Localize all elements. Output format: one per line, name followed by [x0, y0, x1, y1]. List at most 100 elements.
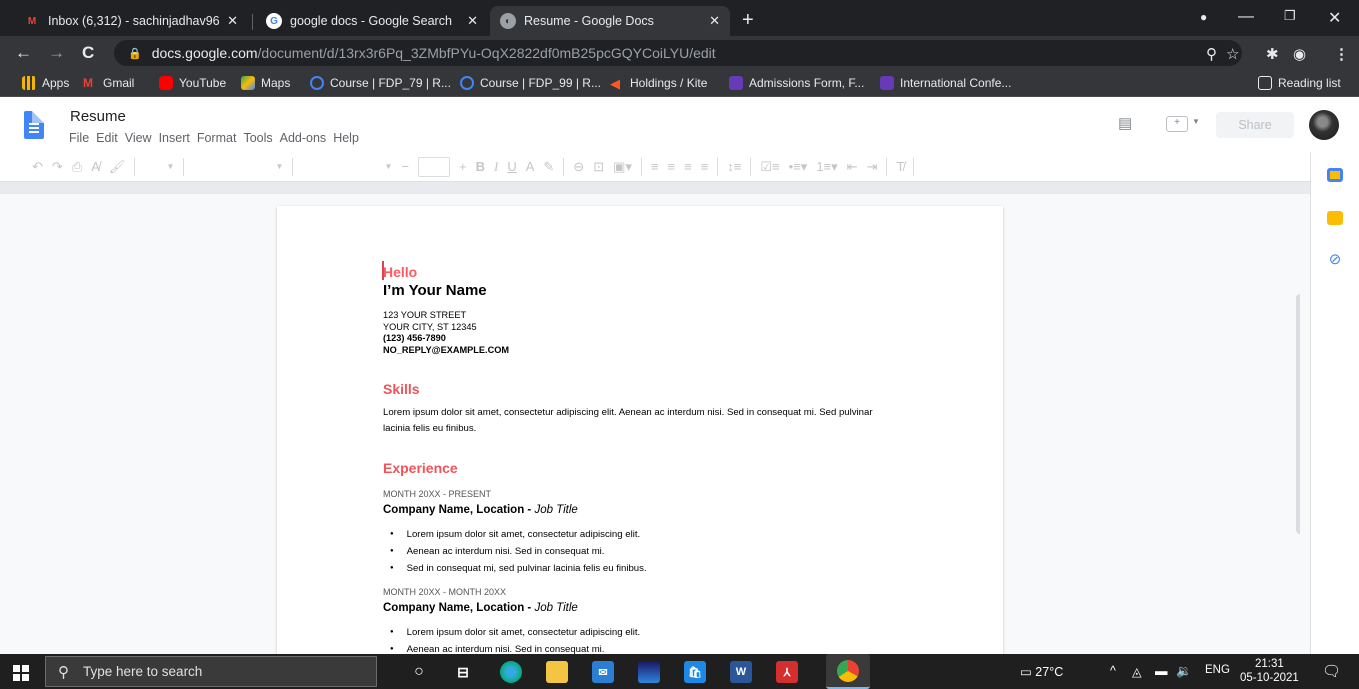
tasks-icon[interactable]: ⊘	[1327, 252, 1343, 267]
print-icon[interactable]: ⎙	[72, 159, 82, 175]
show-hidden-icons-icon[interactable]: ^	[1110, 664, 1116, 678]
tab-resume-docs[interactable]: ◐ Resume - Google Docs ✕	[490, 6, 730, 36]
underline-icon[interactable]: U	[507, 159, 516, 174]
restore-icon[interactable]: ❐	[1284, 8, 1296, 24]
undo-icon[interactable]: ↶	[32, 159, 43, 175]
increase-font-size-icon[interactable]: +	[459, 159, 467, 174]
address-bar[interactable]: 🔒 docs.google.com/document/d/13rx3r6Pq_3…	[114, 40, 1242, 66]
extensions-icon[interactable]: ✱	[1266, 45, 1279, 63]
zoom-select[interactable]: ▼	[144, 162, 174, 171]
bookmark-admissions-form[interactable]: Admissions Form, F...	[729, 76, 864, 90]
language-indicator[interactable]: ENG	[1205, 664, 1230, 676]
font-select[interactable]: ▼	[302, 162, 392, 171]
taskbar-search-input[interactable]: ⚲ Type here to search	[45, 656, 377, 687]
bold-icon[interactable]: B	[476, 159, 485, 174]
font-size-input[interactable]	[418, 156, 450, 177]
minimize-icon[interactable]: —	[1238, 8, 1254, 26]
profile-menu-icon[interactable]: ●	[1200, 10, 1207, 24]
back-icon[interactable]: ←	[15, 43, 32, 63]
italic-icon[interactable]: I	[494, 159, 498, 175]
menu-view[interactable]: View	[125, 131, 152, 145]
comments-icon[interactable]: ▤	[1118, 114, 1132, 132]
zoom-icon[interactable]: ⚲	[1206, 45, 1217, 63]
menu-addons[interactable]: Add-ons	[280, 131, 327, 145]
align-left-icon[interactable]: ≡	[651, 159, 659, 174]
cortana-icon[interactable]: ○	[408, 661, 430, 683]
tab-google-search[interactable]: G google docs - Google Search ✕	[256, 6, 488, 36]
battery-icon[interactable]: ▬	[1155, 664, 1168, 678]
bookmark-star-icon[interactable]: ☆	[1226, 45, 1239, 63]
menu-file[interactable]: File	[69, 131, 89, 145]
line-spacing-icon[interactable]: ↕≡	[727, 159, 741, 174]
notifications-icon[interactable]: 🗨	[1322, 662, 1341, 680]
menu-format[interactable]: Format	[197, 131, 237, 145]
image-icon[interactable]: ▣▾	[613, 159, 632, 175]
menu-tools[interactable]: Tools	[243, 131, 272, 145]
bookmark-apps[interactable]: Apps	[22, 76, 69, 90]
align-right-icon[interactable]: ≡	[684, 159, 692, 174]
document-page[interactable]: Hello I’m Your Name 123 YOUR STREET YOUR…	[277, 206, 1003, 654]
align-center-icon[interactable]: ≡	[668, 159, 676, 174]
menu-insert[interactable]: Insert	[159, 131, 190, 145]
decrease-font-size-icon[interactable]: −	[401, 159, 409, 174]
increase-indent-icon[interactable]: ⇥	[867, 159, 878, 175]
network-icon[interactable]: ◬	[1132, 664, 1142, 679]
bookmark-course-fdp99[interactable]: Course | FDP_99 | R...	[460, 76, 601, 90]
redo-icon[interactable]: ↷	[52, 159, 63, 175]
calendar-icon[interactable]	[1327, 168, 1343, 182]
profile-avatar-icon[interactable]: ◉	[1293, 45, 1306, 63]
volume-icon[interactable]: 🔉	[1176, 664, 1192, 679]
task-view-icon[interactable]: ⊟	[452, 661, 474, 683]
close-tab-icon[interactable]: ✕	[709, 13, 720, 29]
chrome-menu-icon[interactable]: ⋮	[1334, 45, 1349, 63]
bookmark-holdings-kite[interactable]: ◀ Holdings / Kite	[610, 76, 707, 91]
acrobat-icon[interactable]: ⅄	[776, 661, 798, 683]
spellcheck-icon[interactable]: A̸	[91, 159, 100, 174]
new-tab-button[interactable]: +	[742, 9, 754, 32]
close-tab-icon[interactable]: ✕	[227, 13, 238, 29]
highlight-icon[interactable]: ✎	[543, 159, 554, 175]
clear-formatting-icon[interactable]: T̸	[896, 159, 904, 174]
close-tab-icon[interactable]: ✕	[467, 13, 478, 29]
edge-icon[interactable]	[500, 661, 522, 683]
file-explorer-icon[interactable]	[546, 661, 568, 683]
close-window-icon[interactable]: ✕	[1328, 8, 1341, 28]
tab-gmail[interactable]: M Inbox (6,312) - sachinjadhav969 ✕	[14, 6, 248, 36]
menu-help[interactable]: Help	[333, 131, 359, 145]
system-clock[interactable]: 21:31 05-10-2021	[1240, 657, 1299, 685]
paint-format-icon[interactable]: 🖌	[109, 159, 126, 175]
bookmark-international-conf[interactable]: International Confe...	[880, 76, 1011, 90]
bookmark-maps[interactable]: Maps	[241, 76, 290, 90]
chevron-down-icon[interactable]: ▼	[1192, 117, 1200, 126]
menu-edit[interactable]: Edit	[96, 131, 118, 145]
comment-icon[interactable]: ⊡	[593, 159, 604, 175]
justify-icon[interactable]: ≡	[701, 159, 709, 174]
text-color-icon[interactable]: A	[526, 159, 535, 174]
ruler[interactable]	[0, 182, 1310, 194]
present-icon[interactable]: +	[1166, 116, 1188, 132]
link-icon[interactable]: ⊖	[573, 159, 584, 175]
bookmark-youtube[interactable]: YouTube	[159, 76, 226, 90]
vertical-scrollbar[interactable]	[1296, 294, 1300, 534]
avatar[interactable]	[1309, 110, 1339, 140]
store-icon[interactable]: 🛍	[684, 661, 706, 683]
style-select[interactable]: ▼	[193, 162, 283, 171]
numbered-list-icon[interactable]: 1≡▾	[816, 159, 837, 175]
reload-icon[interactable]: C	[82, 43, 94, 63]
keep-icon[interactable]	[1327, 211, 1343, 225]
reading-list-button[interactable]: Reading list	[1258, 76, 1341, 90]
forward-icon[interactable]: →	[48, 43, 65, 63]
bulleted-list-icon[interactable]: •≡▾	[789, 159, 808, 175]
share-button[interactable]: Share	[1216, 112, 1294, 138]
bookmark-course-fdp79[interactable]: Course | FDP_79 | R...	[310, 76, 451, 90]
app-icon[interactable]	[638, 661, 660, 683]
decrease-indent-icon[interactable]: ⇤	[847, 159, 858, 175]
windows-start-icon[interactable]	[13, 665, 29, 681]
document-title[interactable]: Resume	[70, 108, 126, 125]
news-weather-widget[interactable]: ▭ 27°C	[1020, 664, 1063, 679]
checklist-icon[interactable]: ☑≡	[760, 159, 779, 175]
chrome-taskbar-button[interactable]	[826, 654, 870, 689]
bookmark-gmail[interactable]: M Gmail	[83, 76, 134, 90]
docs-logo-icon[interactable]	[24, 111, 44, 139]
word-icon[interactable]: W	[730, 661, 752, 683]
